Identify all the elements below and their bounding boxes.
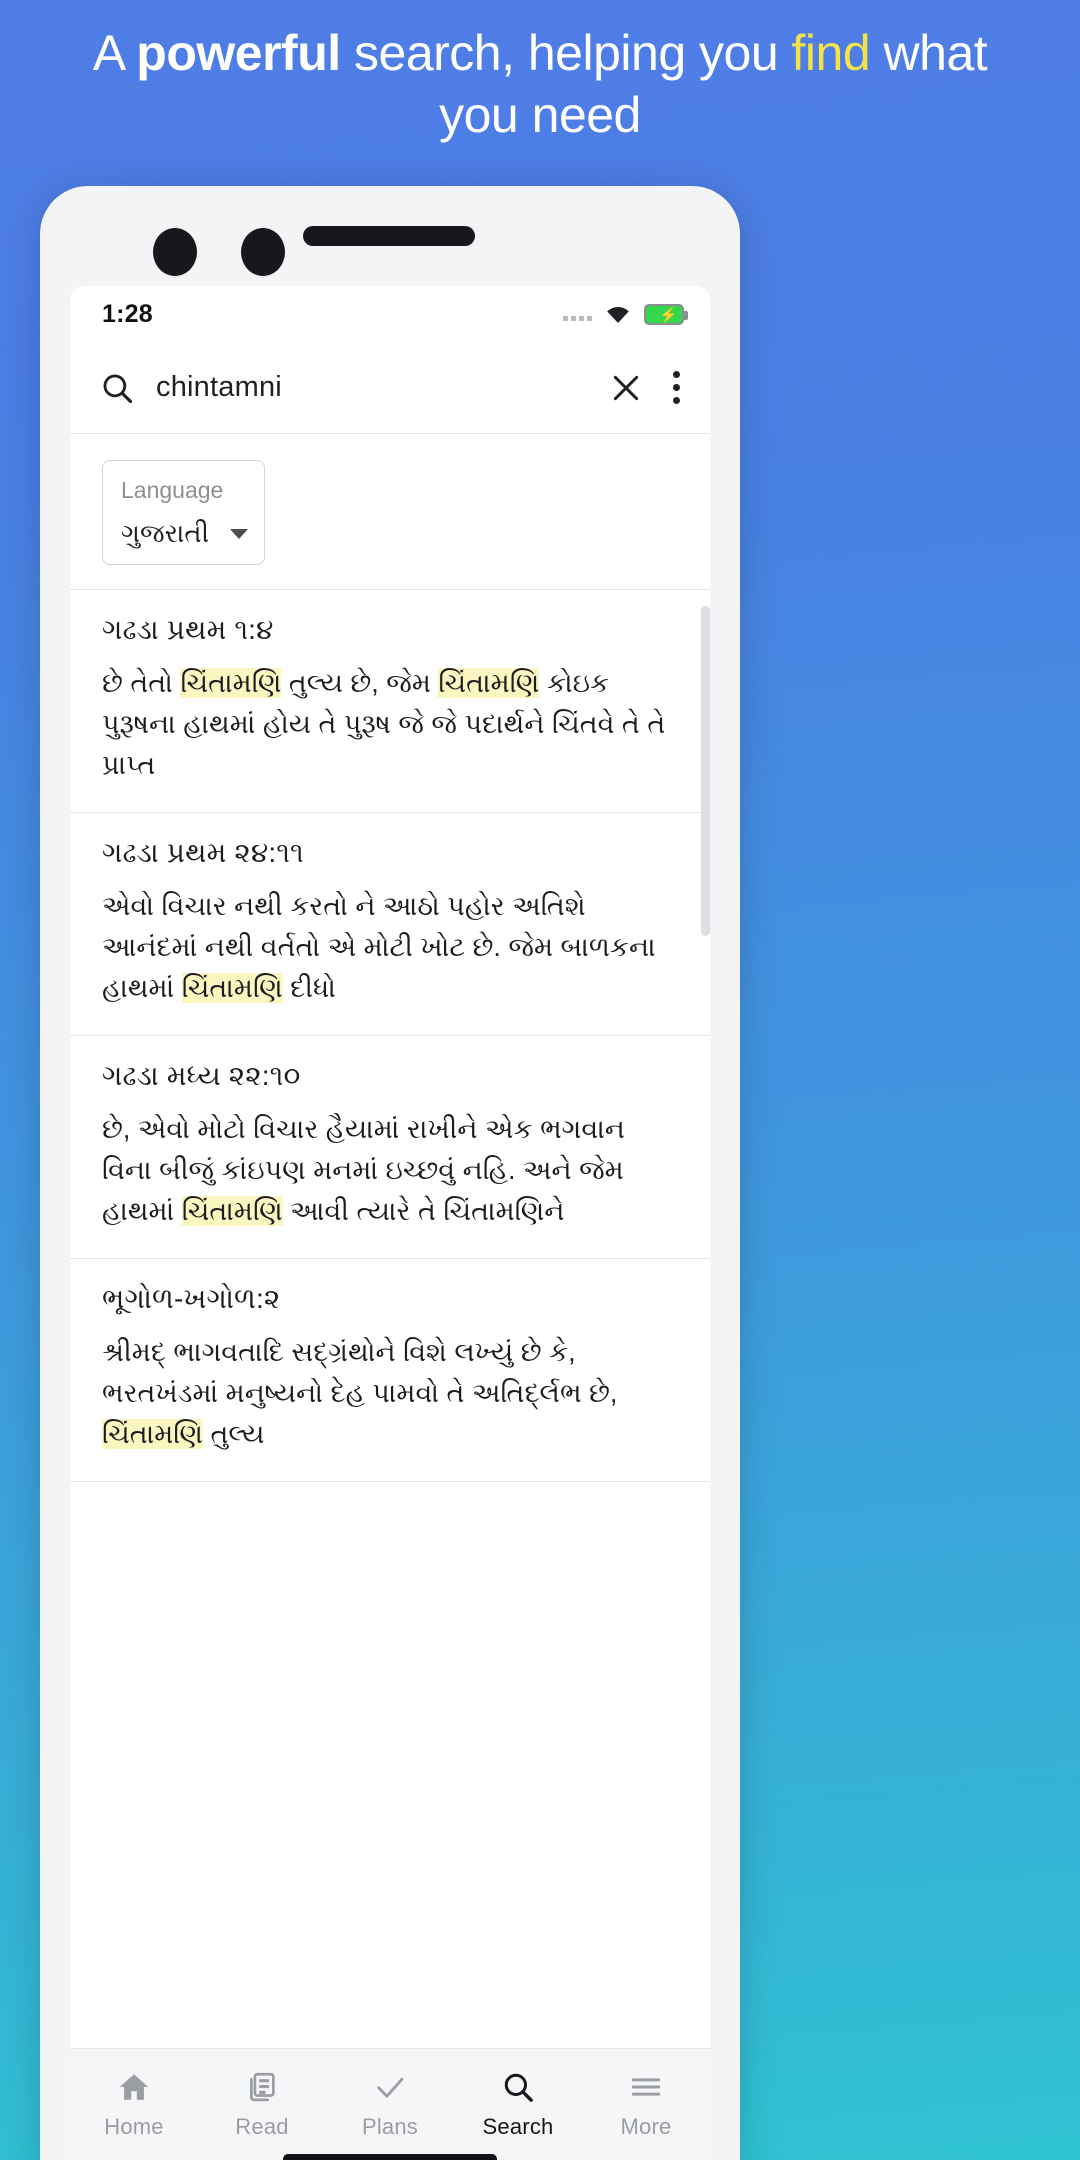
wifi-icon [607, 306, 629, 324]
search-result-title: ભૂગોળ-ખગોળ:૨ [102, 1283, 281, 1314]
headline-accent-word: find [791, 25, 871, 81]
language-label: Language [121, 477, 224, 503]
search-result-item[interactable]: ભૂગોળ-ખગોળ:૨ શ્રીમદ્ ભાગવતાદિ સદ્ગ્રંથોને… [70, 1259, 710, 1482]
chevron-down-icon[interactable] [230, 529, 248, 539]
search-result-item[interactable]: ગઢડા પ્રથમ ૧:૪ છે તેતો ચિંતામણિ તુલ્ય છે,… [70, 590, 710, 813]
search-input[interactable]: chintamni [156, 371, 588, 404]
nav-icon-wrapper [501, 2069, 535, 2105]
nav-item-label: Search [482, 2114, 554, 2139]
language-dropdown[interactable]: Language ગુજરાતી [102, 460, 265, 565]
menu-icon [631, 2078, 661, 2096]
nav-item-label: More [620, 2114, 672, 2139]
close-icon[interactable] [610, 372, 642, 404]
search-result-item[interactable]: ગઢડા પ્રથમ ૨૪:૧૧ એવો વિચાર નથી કરતો ને આઠ… [70, 813, 710, 1036]
book-icon [250, 2072, 275, 2102]
search-result-snippet: છે તેતો ચિંતામણિ તુલ્ય છે, જેમ ચિંતામણિ … [102, 663, 678, 786]
scrollbar[interactable] [701, 606, 710, 936]
headline-part-2: search, helping you [340, 25, 792, 81]
snippet-text: શ્રીમદ્ ભાગવતાદિ સદ્ગ્રંથોને વિશે લખ્યું… [102, 1337, 618, 1408]
status-icon-group: ⚡ [563, 303, 688, 325]
nav-icon-wrapper [117, 2069, 151, 2105]
nav-item-more[interactable]: More [582, 2049, 710, 2160]
snippet-text: દીધો [282, 973, 336, 1003]
status-time: 1:28 [102, 299, 153, 328]
headline-part-1: A [92, 25, 137, 81]
camera-lens-secondary-icon [241, 228, 285, 276]
nav-item-search[interactable]: Search [454, 2049, 582, 2160]
check-icon [377, 2077, 404, 2098]
search-results-list: ગઢડા પ્રથમ ૧:૪ છે તેતો ચિંતામણિ તુલ્ય છે,… [70, 590, 710, 1482]
search-bar[interactable]: chintamni [70, 342, 710, 434]
more-vertical-icon[interactable] [672, 371, 680, 404]
search-term-highlight: ચિંતામણિ [102, 1419, 203, 1449]
search-term-highlight: ચિંતામણિ [180, 668, 282, 698]
nav-item-home[interactable]: Home [70, 2049, 198, 2160]
search-result-snippet: શ્રીમદ્ ભાગવતાદિ સદ્ગ્રંથોને વિશે લખ્યું… [102, 1332, 678, 1455]
nav-icon-wrapper [245, 2069, 279, 2105]
phone-top-bezel [40, 186, 740, 286]
nav-icon-wrapper [629, 2069, 663, 2105]
phone-screen: 1:28 ⚡ chintamni Language ગુજરાતી ગઢડા પ… [70, 286, 710, 2160]
page-headline: A powerful search, helping you find what… [0, 22, 1080, 146]
nav-item-read[interactable]: Read [198, 2049, 326, 2160]
snippet-text: છે તેતો [102, 668, 181, 698]
language-value-row[interactable]: ગુજરાતી [121, 518, 248, 550]
nav-item-label: Home [104, 2114, 164, 2139]
search-result-title: ગઢડા મધ્ય ૨૨:૧૦ [102, 1060, 301, 1091]
search-icon[interactable] [100, 371, 134, 405]
snippet-text: તુલ્ય [202, 1419, 265, 1449]
signal-dots-icon [563, 307, 592, 321]
home-indicator[interactable] [283, 2154, 497, 2160]
earpiece-speaker [303, 226, 475, 246]
nav-item-plans[interactable]: Plans [326, 2049, 454, 2160]
camera-lens-icon [153, 228, 197, 276]
headline-bold-word: powerful [136, 25, 341, 81]
home-icon [119, 2074, 149, 2100]
search-result-title: ગઢડા પ્રથમ ૨૪:૧૧ [102, 837, 304, 868]
language-selected-value: ગુજરાતી [121, 518, 210, 548]
search-term-highlight: ચિંતામણિ [181, 1196, 283, 1226]
snippet-text: આવી ત્યારે તે ચિંતામણિને [282, 1196, 565, 1226]
nav-item-label: Plans [361, 2114, 419, 2139]
search-result-snippet: છે, એવો મોટો વિચાર હૈયામાં રાખીને એક ભગવ… [102, 1109, 678, 1232]
search-result-title: ગઢડા પ્રથમ ૧:૪ [102, 614, 274, 645]
search-result-item[interactable]: ગઢડા મધ્ય ૨૨:૧૦ છે, એવો મોટો વિચાર હૈયામા… [70, 1036, 710, 1259]
search-term-highlight: ચિંતામણિ [438, 668, 540, 698]
status-bar: 1:28 ⚡ [70, 286, 710, 342]
phone-mockup: 1:28 ⚡ chintamni Language ગુજરાતી ગઢડા પ… [40, 186, 740, 2160]
search-icon [504, 2073, 533, 2102]
search-result-snippet: એવો વિચાર નથી કરતો ને આઠો પહોર અતિશે આનં… [102, 886, 678, 1009]
filter-row: Language ગુજરાતી [70, 434, 710, 590]
nav-item-label: Read [235, 2114, 289, 2139]
nav-icon-wrapper [373, 2069, 407, 2105]
bottom-navigation: Home Read Plans Search More [70, 2048, 710, 2160]
search-term-highlight: ચિંતામણિ [181, 973, 283, 1003]
snippet-text: તુલ્ય છે, જેમ [281, 668, 439, 698]
battery-charging-icon: ⚡ [644, 303, 688, 325]
